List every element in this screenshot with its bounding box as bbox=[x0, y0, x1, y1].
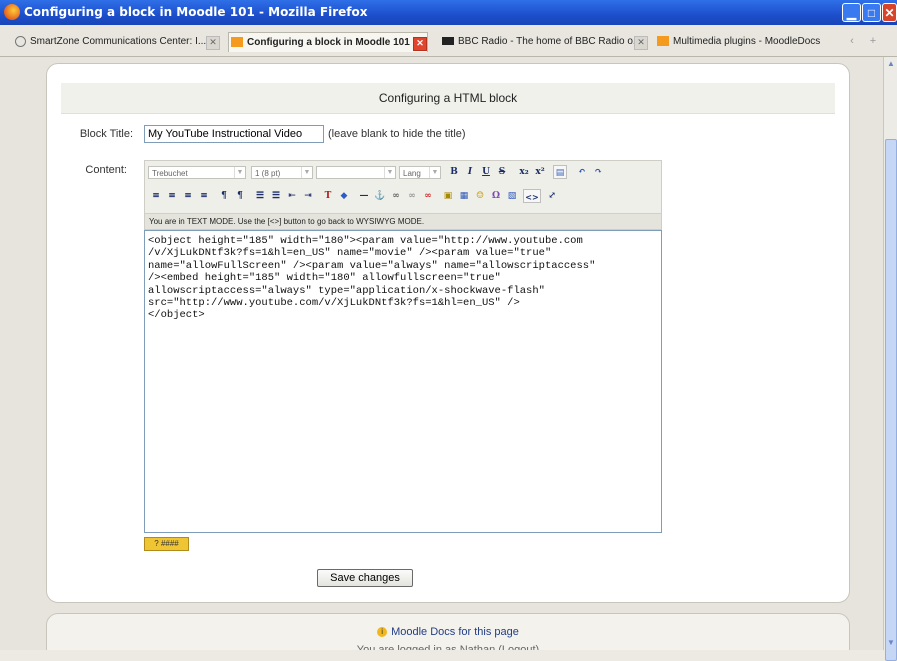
close-tab-icon[interactable]: ✕ bbox=[413, 37, 427, 51]
style-select[interactable]: ▼ bbox=[316, 166, 396, 179]
unordered-list-button[interactable]: ☰ bbox=[269, 189, 283, 203]
lang-value: Lang bbox=[403, 169, 421, 178]
tab-label: SmartZone Communications Center: I... bbox=[30, 36, 207, 47]
minimize-button[interactable]: ▁ bbox=[842, 3, 861, 22]
tab-bbc-radio[interactable]: BBC Radio - The home of BBC Radio o... ✕ bbox=[442, 32, 648, 52]
scroll-down-icon[interactable]: ▼ bbox=[885, 638, 897, 648]
moodle-docs-link[interactable]: i Moodle Docs for this page bbox=[47, 626, 849, 638]
insert-image-button[interactable]: ▣ bbox=[441, 189, 455, 203]
horizontal-rule-button[interactable]: — bbox=[357, 189, 371, 203]
close-tab-icon[interactable]: ✕ bbox=[206, 36, 220, 50]
vertical-scrollbar[interactable]: ▲ ▼ bbox=[883, 57, 897, 661]
close-tab-icon[interactable]: ✕ bbox=[634, 36, 648, 50]
ltr-button[interactable]: ¶ bbox=[217, 189, 231, 203]
block-title-hint: (leave blank to hide the title) bbox=[328, 128, 466, 140]
undo-button[interactable]: ↶ bbox=[575, 165, 589, 179]
scroll-up-icon[interactable]: ▲ bbox=[885, 59, 897, 69]
config-form: Configuring a HTML block Block Title: My… bbox=[46, 63, 850, 603]
chevron-down-icon: ▼ bbox=[301, 167, 312, 178]
chevron-down-icon: ▼ bbox=[384, 167, 395, 178]
align-center-button[interactable]: ≡ bbox=[165, 189, 179, 203]
text-mode-message: You are in TEXT MODE. Use the [<>] butto… bbox=[145, 213, 661, 229]
anchor-button[interactable]: ⚓ bbox=[373, 189, 387, 203]
firefox-icon bbox=[4, 4, 20, 20]
tab-scroll-button[interactable]: ‹ bbox=[845, 34, 859, 48]
italic-button[interactable]: I bbox=[463, 165, 477, 179]
lang-select[interactable]: Lang ▼ bbox=[399, 166, 441, 179]
page-viewport: Configuring a HTML block Block Title: My… bbox=[0, 57, 883, 650]
tab-label: Multimedia plugins - MoodleDocs bbox=[673, 36, 821, 47]
smartzone-icon bbox=[15, 35, 26, 47]
chevron-down-icon: ▼ bbox=[234, 167, 245, 178]
content-textarea[interactable]: <object height="185" width="180"><param … bbox=[144, 230, 662, 533]
tab-label: Configuring a block in Moodle 101 bbox=[247, 37, 410, 48]
maximize-button[interactable]: □ bbox=[862, 3, 881, 22]
block-title-label: Block Title: bbox=[79, 128, 133, 140]
align-right-button[interactable]: ≡ bbox=[181, 189, 195, 203]
indent-button[interactable]: ⇥ bbox=[301, 189, 315, 203]
close-window-button[interactable]: ✕ bbox=[882, 3, 897, 22]
moodle-docs-link-label: Moodle Docs for this page bbox=[391, 626, 519, 638]
scrollbar-thumb[interactable] bbox=[885, 139, 897, 661]
unlink-button[interactable]: ∞ bbox=[405, 189, 419, 203]
new-tab-button[interactable]: + bbox=[866, 34, 880, 48]
fullscreen-button[interactable]: ⤢ bbox=[545, 189, 559, 203]
help-icon[interactable]: ? #### bbox=[144, 537, 189, 551]
outdent-button[interactable]: ⇤ bbox=[285, 189, 299, 203]
font-select[interactable]: Trebuchet ▼ bbox=[148, 166, 246, 179]
justify-button[interactable]: ≡ bbox=[197, 189, 211, 203]
ordered-list-button[interactable]: ☰ bbox=[253, 189, 267, 203]
login-info: You are logged in as Nathan (Logout) bbox=[356, 644, 540, 650]
html-mode-button[interactable]: <> bbox=[523, 189, 541, 203]
insert-table-button[interactable]: ▦ bbox=[457, 189, 471, 203]
bold-button[interactable]: B bbox=[447, 165, 461, 179]
window-titlebar: Configuring a block in Moodle 101 - Mozi… bbox=[0, 0, 897, 25]
info-icon: i bbox=[377, 627, 388, 638]
bg-color-button[interactable]: ◆ bbox=[337, 189, 351, 203]
tab-bar: SmartZone Communications Center: I... ✕ … bbox=[0, 25, 897, 57]
tab-multimedia-plugins[interactable]: Multimedia plugins - MoodleDocs bbox=[657, 32, 857, 52]
tab-label: BBC Radio - The home of BBC Radio o... bbox=[458, 36, 642, 47]
size-select[interactable]: 1 (8 pt) ▼ bbox=[251, 166, 313, 179]
bbc-icon bbox=[442, 37, 454, 46]
size-value: 1 (8 pt) bbox=[255, 169, 281, 178]
tab-smartzone[interactable]: SmartZone Communications Center: I... ✕ bbox=[15, 32, 220, 52]
content-label: Content: bbox=[85, 164, 127, 176]
moodle-icon bbox=[657, 36, 669, 47]
html-editor-toolbar: Trebuchet ▼ 1 (8 pt) ▼ ▼ Lang ▼ B I U S x₂ … bbox=[144, 160, 662, 230]
align-left-button[interactable]: ≡ bbox=[149, 189, 163, 203]
block-title-input[interactable]: My YouTube Instructional Video bbox=[144, 125, 324, 143]
window-title: Configuring a block in Moodle 101 - Mozi… bbox=[24, 5, 368, 19]
nolink-button[interactable]: ∞ bbox=[421, 189, 435, 203]
strikethrough-button[interactable]: S bbox=[495, 165, 509, 179]
save-changes-button[interactable]: Save changes bbox=[317, 569, 413, 587]
insert-link-button[interactable]: ∞ bbox=[389, 189, 403, 203]
rtl-button[interactable]: ¶ bbox=[233, 189, 247, 203]
page-heading: Configuring a HTML block bbox=[61, 83, 835, 114]
special-char-button[interactable]: Ω bbox=[489, 189, 503, 203]
superscript-button[interactable]: x² bbox=[533, 165, 547, 179]
tab-moodle-config[interactable]: Configuring a block in Moodle 101 ✕ bbox=[228, 32, 428, 52]
clean-word-button[interactable]: ▤ bbox=[553, 165, 567, 179]
chevron-down-icon: ▼ bbox=[429, 167, 440, 178]
font-value: Trebuchet bbox=[152, 169, 188, 178]
subscript-button[interactable]: x₂ bbox=[517, 165, 531, 179]
text-color-button[interactable]: T bbox=[321, 189, 335, 203]
underline-button[interactable]: U bbox=[479, 165, 493, 179]
moodle-icon bbox=[231, 37, 243, 48]
search-replace-button[interactable]: ▧ bbox=[505, 189, 519, 203]
page-footer: i Moodle Docs for this page You are logge… bbox=[46, 613, 850, 650]
redo-button[interactable]: ↷ bbox=[591, 165, 605, 179]
smiley-button[interactable]: ☺ bbox=[473, 189, 487, 203]
